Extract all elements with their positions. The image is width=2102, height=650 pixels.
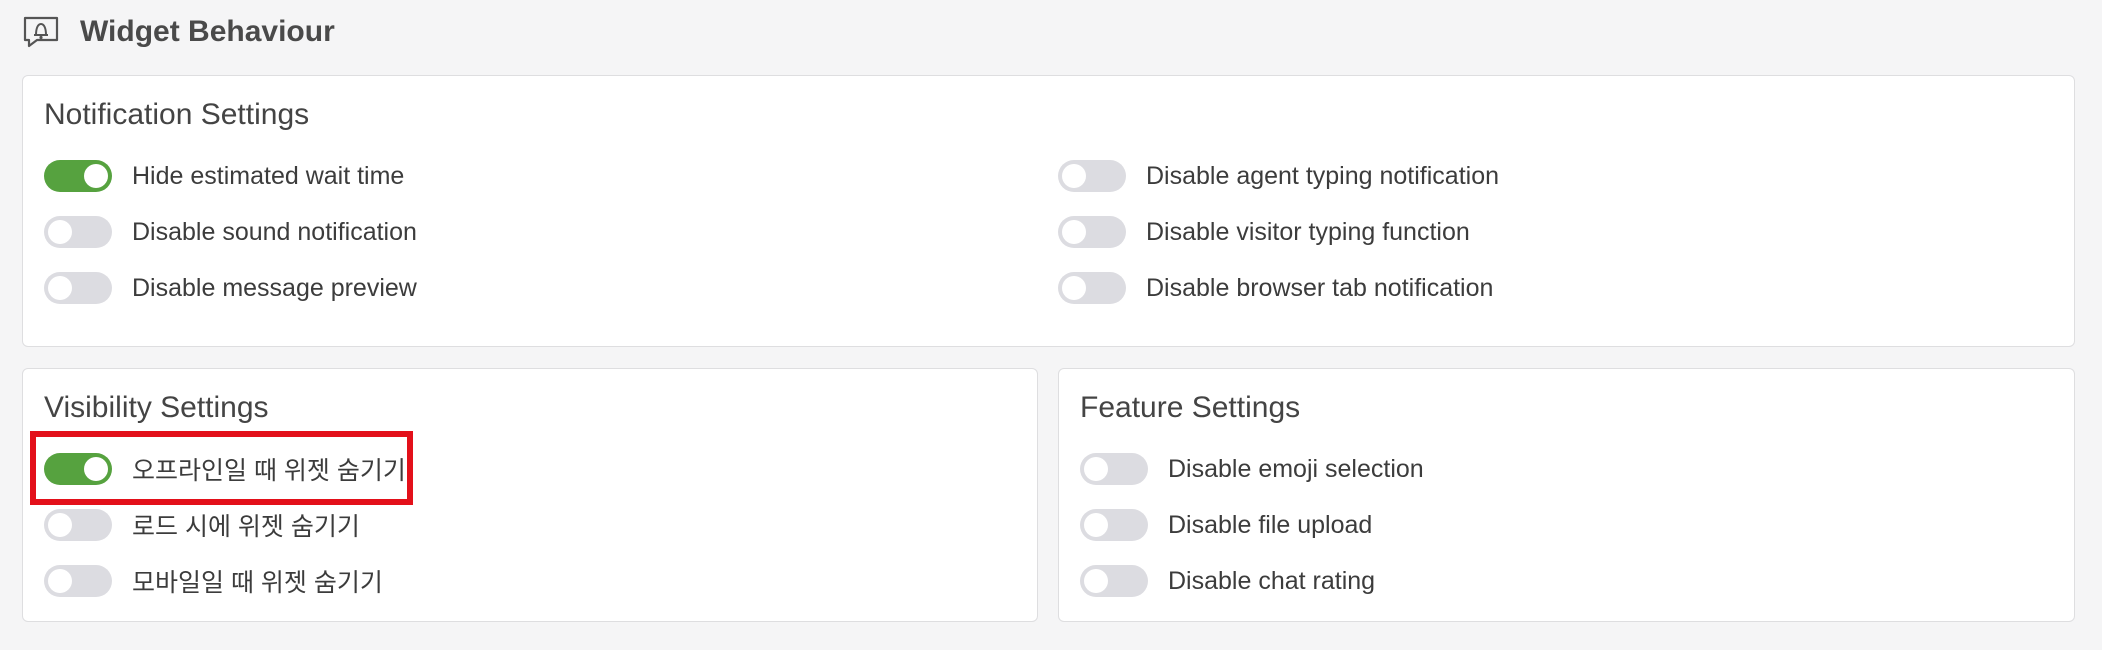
toggle-row-emoji: Disable emoji selection [1080,449,1424,489]
toggle-row-browser-tab: Disable browser tab notification [1058,268,1493,308]
toggle-row-message-preview: Disable message preview [44,268,417,308]
toggle-knob [48,513,72,537]
toggle-row-chat-rating: Disable chat rating [1080,561,1375,601]
sound-notification-toggle[interactable] [44,216,112,248]
toggle-label: Disable agent typing notification [1146,161,1500,190]
toggle-label: Disable browser tab notification [1146,273,1494,302]
toggle-knob [1062,164,1086,188]
toggle-knob [84,164,108,188]
file-upload-toggle[interactable] [1080,509,1148,541]
emoji-selection-toggle[interactable] [1080,453,1148,485]
toggle-knob [1084,569,1108,593]
toggle-label: Hide estimated wait time [132,161,405,190]
agent-typing-toggle[interactable] [1058,160,1126,192]
card-title: Visibility Settings [44,391,269,424]
browser-tab-toggle[interactable] [1058,272,1126,304]
hide-wait-time-toggle[interactable] [44,160,112,192]
toggle-knob [1084,457,1108,481]
toggle-row-hide-mobile: 모바일일 때 위젯 숨기기 [44,561,383,601]
toggle-row-file-upload: Disable file upload [1080,505,1372,545]
toggle-label: 모바일일 때 위젯 숨기기 [132,569,383,597]
card-title: Feature Settings [1080,391,1301,424]
toggle-knob [1084,513,1108,537]
hide-on-load-toggle[interactable] [44,509,112,541]
chat-bell-icon [22,15,60,49]
toggle-label: Disable sound notification [132,217,417,246]
toggle-row-agent-typing: Disable agent typing notification [1058,156,1499,196]
feature-settings-card: Feature Settings Disable emoji selection… [1058,368,2075,622]
section-header: Widget Behaviour [22,12,335,52]
chat-rating-toggle[interactable] [1080,565,1148,597]
page-title: Widget Behaviour [80,15,335,48]
toggle-knob [48,569,72,593]
toggle-knob [1062,276,1086,300]
message-preview-toggle[interactable] [44,272,112,304]
toggle-knob [48,220,72,244]
toggle-label: Disable chat rating [1168,566,1376,595]
highlight-box [30,431,413,505]
toggle-label: Disable message preview [132,273,417,302]
card-title: Notification Settings [44,98,310,131]
toggle-label: Disable emoji selection [1168,454,1424,483]
hide-mobile-toggle[interactable] [44,565,112,597]
toggle-label: Disable file upload [1168,510,1373,539]
notification-settings-card: Notification Settings Hide estimated wai… [22,75,2075,347]
toggle-label: Disable visitor typing function [1146,217,1470,246]
toggle-row-sound-notification: Disable sound notification [44,212,417,252]
toggle-row-hide-on-load: 로드 시에 위젯 숨기기 [44,505,360,545]
toggle-row-visitor-typing: Disable visitor typing function [1058,212,1470,252]
toggle-knob [48,276,72,300]
toggle-row-hide-wait-time: Hide estimated wait time [44,156,404,196]
toggle-label: 로드 시에 위젯 숨기기 [132,513,360,541]
toggle-knob [1062,220,1086,244]
visitor-typing-toggle[interactable] [1058,216,1126,248]
